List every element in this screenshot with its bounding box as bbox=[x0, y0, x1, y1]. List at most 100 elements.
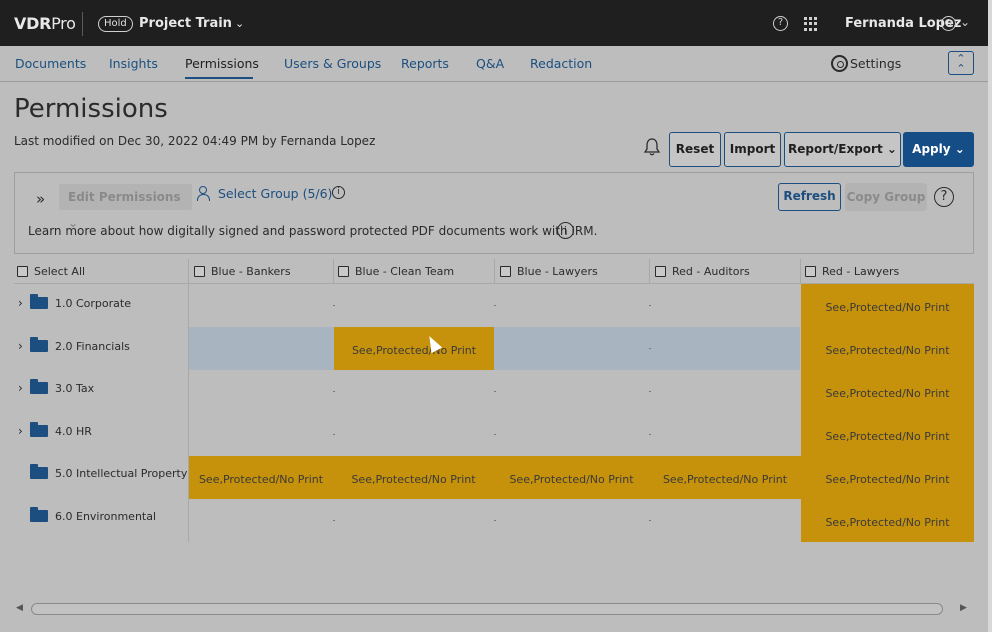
chevron-right-icon[interactable]: › bbox=[18, 381, 28, 395]
bell-icon[interactable] bbox=[644, 138, 660, 156]
expand-panel-icon[interactable]: » bbox=[36, 190, 45, 208]
folder-icon bbox=[30, 337, 48, 352]
checkbox[interactable] bbox=[338, 266, 349, 277]
settings-link[interactable]: Settings bbox=[831, 55, 901, 72]
refresh-button[interactable]: Refresh bbox=[778, 183, 841, 211]
permission-cell[interactable]: See,Protected/No Print bbox=[801, 284, 974, 327]
tab-permissions[interactable]: Permissions bbox=[185, 56, 259, 71]
tab-users-groups[interactable]: Users & Groups bbox=[284, 56, 381, 71]
folder-icon bbox=[30, 464, 48, 479]
tab-reports[interactable]: Reports bbox=[401, 56, 449, 71]
chevron-right-icon[interactable]: › bbox=[18, 424, 28, 438]
empty-cell-marker bbox=[494, 434, 496, 435]
info-icon[interactable]: i bbox=[332, 186, 345, 199]
reset-button[interactable]: Reset bbox=[669, 132, 721, 167]
scroll-right-icon[interactable]: ▶ bbox=[960, 603, 967, 613]
folder-icon bbox=[30, 507, 48, 522]
permission-cell[interactable]: See,Protected/No Print bbox=[189, 456, 333, 499]
window-edge bbox=[988, 0, 992, 632]
empty-cell-marker bbox=[333, 434, 335, 435]
report-export-button[interactable]: Report/Export ⌄ bbox=[784, 132, 901, 167]
permission-cell[interactable]: See,Protected/No Print bbox=[801, 370, 974, 413]
permission-cell[interactable]: See,Protected/No Print bbox=[801, 499, 974, 542]
project-switcher[interactable]: Project Train ⌄ bbox=[139, 16, 244, 31]
select-all-checkbox[interactable]: Select All bbox=[17, 259, 85, 284]
folder-icon bbox=[30, 294, 48, 309]
checkbox[interactable] bbox=[655, 266, 666, 277]
folder-icon bbox=[30, 422, 48, 437]
column-separator bbox=[649, 259, 650, 284]
help-icon[interactable]: ? bbox=[934, 187, 954, 207]
top-divider bbox=[82, 12, 83, 36]
tab-insights[interactable]: Insights bbox=[109, 56, 158, 71]
selected-row-highlight bbox=[189, 327, 800, 370]
empty-cell-marker bbox=[333, 520, 335, 521]
folder-row-label[interactable]: 5.0 Intellectual Property bbox=[18, 464, 187, 480]
checkbox[interactable] bbox=[17, 266, 28, 277]
checkbox[interactable] bbox=[194, 266, 205, 277]
permission-cell[interactable]: See,Protected/No Print bbox=[649, 456, 801, 499]
edit-permissions-dropdown[interactable]: Edit Permissions ⌄ bbox=[59, 184, 192, 230]
import-button[interactable]: Import bbox=[724, 132, 781, 167]
chevron-right-icon[interactable]: › bbox=[18, 339, 28, 353]
permission-cell[interactable]: See,Protected/No Print bbox=[801, 413, 974, 456]
project-name: Project Train bbox=[139, 16, 232, 31]
empty-cell-marker bbox=[333, 305, 335, 306]
empty-cell-marker bbox=[649, 434, 651, 435]
info-icon[interactable]: i bbox=[557, 222, 574, 239]
folder-row-label[interactable]: › 4.0 HR bbox=[18, 422, 92, 438]
column-separator bbox=[800, 259, 801, 284]
last-modified-text: Last modified on Dec 30, 2022 04:49 PM b… bbox=[14, 134, 376, 148]
folder-row-label[interactable]: › 3.0 Tax bbox=[18, 379, 94, 395]
scrollbar-thumb[interactable] bbox=[31, 603, 943, 615]
column-header-red-lawyers[interactable]: Red - Lawyers bbox=[805, 259, 899, 284]
learn-more-text: Learn more about how digitally signed an… bbox=[28, 224, 598, 238]
permission-cell[interactable]: See,Protected/No Print bbox=[333, 456, 494, 499]
permission-cell[interactable]: See,Protected/No Print bbox=[494, 456, 649, 499]
tab-redaction[interactable]: Redaction bbox=[530, 56, 592, 71]
horizontal-scrollbar[interactable]: ◀ ▶ bbox=[14, 600, 974, 618]
empty-cell-marker bbox=[494, 520, 496, 521]
active-tab-indicator bbox=[185, 77, 253, 79]
folder-row-label[interactable]: › 1.0 Corporate bbox=[18, 294, 131, 310]
empty-cell-marker bbox=[333, 391, 335, 392]
copy-group-button[interactable]: Copy Group bbox=[845, 183, 927, 211]
hold-badge: Hold bbox=[98, 16, 133, 32]
column-header-blue-clean-team[interactable]: Blue - Clean Team bbox=[338, 259, 454, 284]
column-header-blue-lawyers[interactable]: Blue - Lawyers bbox=[500, 259, 598, 284]
folder-row-label[interactable]: 6.0 Environmental bbox=[18, 507, 156, 523]
grid-left-separator bbox=[188, 284, 189, 542]
column-header-blue-bankers[interactable]: Blue - Bankers bbox=[194, 259, 291, 284]
checkbox[interactable] bbox=[500, 266, 511, 277]
folder-icon bbox=[30, 379, 48, 394]
chevron-down-icon[interactable]: ⌄ bbox=[960, 15, 970, 29]
folder-row-label[interactable]: › 2.0 Financials bbox=[18, 337, 130, 353]
permission-cell[interactable]: See,Protected/No Print bbox=[334, 327, 494, 370]
empty-cell-marker bbox=[494, 305, 496, 306]
chevron-down-icon: ⌄ bbox=[234, 17, 245, 30]
permission-cell[interactable]: See,Protected/No Print bbox=[801, 327, 974, 370]
scroll-left-icon[interactable]: ◀ bbox=[16, 603, 23, 613]
page-title: Permissions bbox=[14, 94, 168, 124]
tab-documents[interactable]: Documents bbox=[15, 56, 86, 71]
gear-icon bbox=[831, 55, 848, 72]
empty-cell-marker bbox=[649, 348, 651, 349]
user-avatar-icon[interactable] bbox=[941, 16, 956, 31]
empty-cell-marker bbox=[649, 391, 651, 392]
apps-grid-icon[interactable] bbox=[804, 17, 818, 31]
apply-button[interactable]: Apply ⌄ bbox=[903, 132, 974, 167]
permission-cell[interactable]: See,Protected/No Print bbox=[801, 456, 974, 499]
checkbox[interactable] bbox=[805, 266, 816, 277]
select-group-button[interactable]: Select Group (5/6) bbox=[197, 186, 332, 201]
collapse-header-button[interactable]: ⌃ ⌃ bbox=[948, 51, 974, 75]
help-icon[interactable]: ? bbox=[773, 16, 788, 31]
empty-cell-marker bbox=[649, 520, 651, 521]
chevron-right-icon[interactable]: › bbox=[18, 296, 28, 310]
column-header-red-auditors[interactable]: Red - Auditors bbox=[655, 259, 750, 284]
column-separator bbox=[494, 259, 495, 284]
column-separator bbox=[188, 259, 189, 284]
top-bar: VDRPro Hold Project Train ⌄ ? Fernanda Lo… bbox=[0, 0, 992, 46]
tab-qa[interactable]: Q&A bbox=[476, 56, 504, 71]
empty-cell-marker bbox=[494, 391, 496, 392]
app-logo[interactable]: VDRPro bbox=[14, 14, 76, 33]
